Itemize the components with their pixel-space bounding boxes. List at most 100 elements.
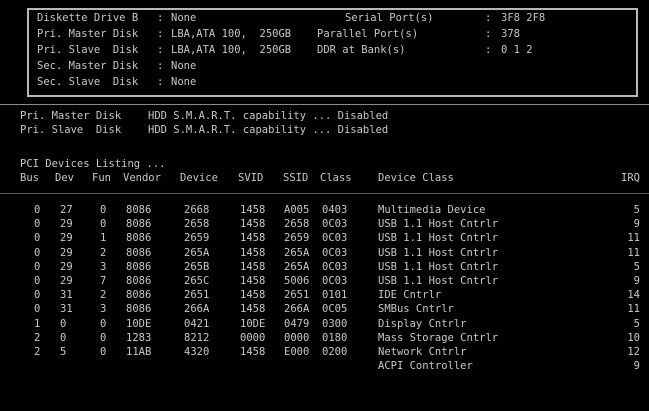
- cell-ssid: 2658: [284, 218, 310, 231]
- cell-dev: 29: [60, 232, 73, 245]
- summary-row-parallel-ports: Parallel Port(s) : 378: [317, 28, 520, 40]
- cell-device: 2658: [184, 218, 210, 231]
- cell-device: 266A: [184, 303, 210, 316]
- cell-svid: 1458: [240, 204, 266, 216]
- cell-class: 0C03: [322, 246, 348, 259]
- cell-irq: 9: [633, 218, 640, 231]
- header-device: Device: [180, 172, 218, 184]
- cell-fun: 0: [100, 204, 107, 216]
- smart-device: Pri. Master Disk: [20, 110, 122, 122]
- cell-svid: 1458: [240, 232, 266, 245]
- cell-class: 0180: [322, 331, 348, 344]
- header-vendor: Vendor: [123, 172, 161, 184]
- summary-separator: :: [157, 12, 164, 24]
- cell-vendor: 8086: [126, 289, 152, 302]
- header-svid: SVID: [238, 172, 264, 184]
- summary-label: Pri. Slave Disk: [37, 44, 139, 56]
- cell-class: 0101: [322, 289, 348, 302]
- cell-irq: 5: [633, 204, 640, 216]
- cell-device-class: USB 1.1 Host Cntrlr: [378, 232, 499, 245]
- summary-label: Parallel Port(s): [317, 28, 419, 40]
- cell-device: 8212: [184, 331, 210, 344]
- summary-row-serial-ports: Serial Port(s) : 3F8 2F8: [345, 12, 545, 24]
- cell-ssid: 265A: [284, 260, 310, 273]
- cell-vendor: 8086: [126, 232, 152, 245]
- summary-value: LBA,ATA 100, 250GB: [171, 28, 292, 40]
- summary-separator: :: [157, 60, 164, 72]
- summary-label: Sec. Master Disk: [37, 60, 139, 72]
- cell-device: 2668: [184, 204, 210, 216]
- summary-separator: :: [485, 28, 492, 40]
- cell-ssid: 0479: [284, 317, 310, 330]
- cell-bus: 2: [34, 346, 41, 358]
- cell-device: 4320: [184, 346, 210, 358]
- table-row: ACPI Controller 9: [20, 360, 640, 372]
- cell-device-class: Multimedia Device: [378, 204, 486, 216]
- cell-fun: 1: [100, 232, 107, 245]
- cell-irq: 5: [633, 260, 640, 273]
- cell-device-class: USB 1.1 Host Cntrlr: [378, 260, 499, 273]
- cell-svid: 1458: [240, 289, 266, 302]
- cell-class: 0C03: [322, 232, 348, 245]
- cell-class: 0C03: [322, 275, 348, 287]
- section-divider: [0, 104, 649, 105]
- cell-device-class: Display Cntrlr: [378, 317, 467, 330]
- cell-device-class: USB 1.1 Host Cntrlr: [378, 275, 499, 287]
- summary-separator: :: [485, 44, 492, 56]
- summary-row-sec-slave: Sec. Slave Disk : None: [37, 76, 196, 88]
- cell-ssid: E000: [284, 346, 310, 358]
- cell-fun: 0: [100, 346, 107, 358]
- cell-dev: 29: [60, 246, 73, 259]
- cell-ssid: A005: [284, 204, 310, 216]
- cell-svid: 1458: [240, 275, 266, 287]
- cell-device-class: ACPI Controller: [378, 360, 473, 373]
- cell-vendor: 1283: [126, 331, 152, 344]
- cell-svid: 0000: [240, 331, 266, 344]
- cell-ssid: 0000: [284, 331, 310, 344]
- cell-bus: 1: [34, 317, 41, 330]
- cell-vendor: 11AB: [126, 346, 152, 358]
- summary-value: None: [171, 60, 197, 72]
- summary-row-diskette-b: Diskette Drive B : None: [37, 12, 196, 24]
- cell-bus: 0: [34, 275, 41, 287]
- cell-irq: 11: [627, 246, 640, 259]
- cell-irq: 11: [627, 232, 640, 245]
- cell-fun: 3: [100, 303, 107, 316]
- table-row: 2 0 0 1283 8212 0000 0000 0180 Mass Storage Cntr…: [20, 332, 640, 344]
- cell-device: 265C: [184, 275, 210, 287]
- summary-separator: :: [157, 76, 164, 88]
- table-row: 0 29 1 8086 2659 1458 2659 0C03 USB 1.1 Host Cnt…: [20, 232, 640, 244]
- cell-ssid: 265A: [284, 246, 310, 259]
- header-bus: Bus: [20, 172, 39, 184]
- summary-value: 0 1 2: [501, 44, 533, 56]
- cell-svid: 10DE: [240, 317, 266, 330]
- table-row: 0 29 7 8086 265C 1458 5006 0C03 USB 1.1 Host Cnt…: [20, 275, 640, 287]
- cell-vendor: 8086: [126, 260, 152, 273]
- cell-class: 0403: [322, 204, 348, 216]
- header-fun: Fun: [92, 172, 111, 184]
- cell-fun: 0: [100, 317, 107, 330]
- table-row: 0 29 0 8086 2658 1458 2658 0C03 USB 1.1 Host Cnt…: [20, 218, 640, 230]
- cell-vendor: 8086: [126, 303, 152, 316]
- smart-text: HDD S.M.A.R.T. capability ... Disabled: [148, 124, 389, 136]
- cell-vendor: 8086: [126, 246, 152, 259]
- cell-irq: 12: [627, 346, 640, 358]
- cell-class: 0300: [322, 317, 348, 330]
- table-row: 1 0 0 10DE 0421 10DE 0479 0300 Display Cntrlr 5: [20, 318, 640, 330]
- cell-fun: 2: [100, 246, 107, 259]
- cell-device-class: USB 1.1 Host Cntrlr: [378, 246, 499, 259]
- cell-bus: 0: [34, 303, 41, 316]
- cell-vendor: 10DE: [126, 317, 152, 330]
- summary-value: None: [171, 12, 197, 24]
- table-row: 0 27 0 8086 2668 1458 A005 0403 Multimedia Devic…: [20, 204, 640, 216]
- cell-bus: 2: [34, 331, 41, 344]
- cell-svid: 1458: [240, 346, 266, 358]
- cell-device-class: SMBus Cntrlr: [378, 303, 454, 316]
- header-device-class: Device Class: [378, 172, 454, 184]
- smart-status-line: Pri. Slave Disk HDD S.M.A.R.T. capabilit…: [20, 124, 388, 136]
- table-row: 0 31 2 8086 2651 1458 2651 0101 IDE Cntrlr 14: [20, 289, 640, 301]
- cell-bus: 0: [34, 204, 41, 216]
- cell-svid: 1458: [240, 303, 266, 316]
- smart-device: Pri. Slave Disk: [20, 124, 122, 136]
- cell-dev: 5: [60, 346, 67, 358]
